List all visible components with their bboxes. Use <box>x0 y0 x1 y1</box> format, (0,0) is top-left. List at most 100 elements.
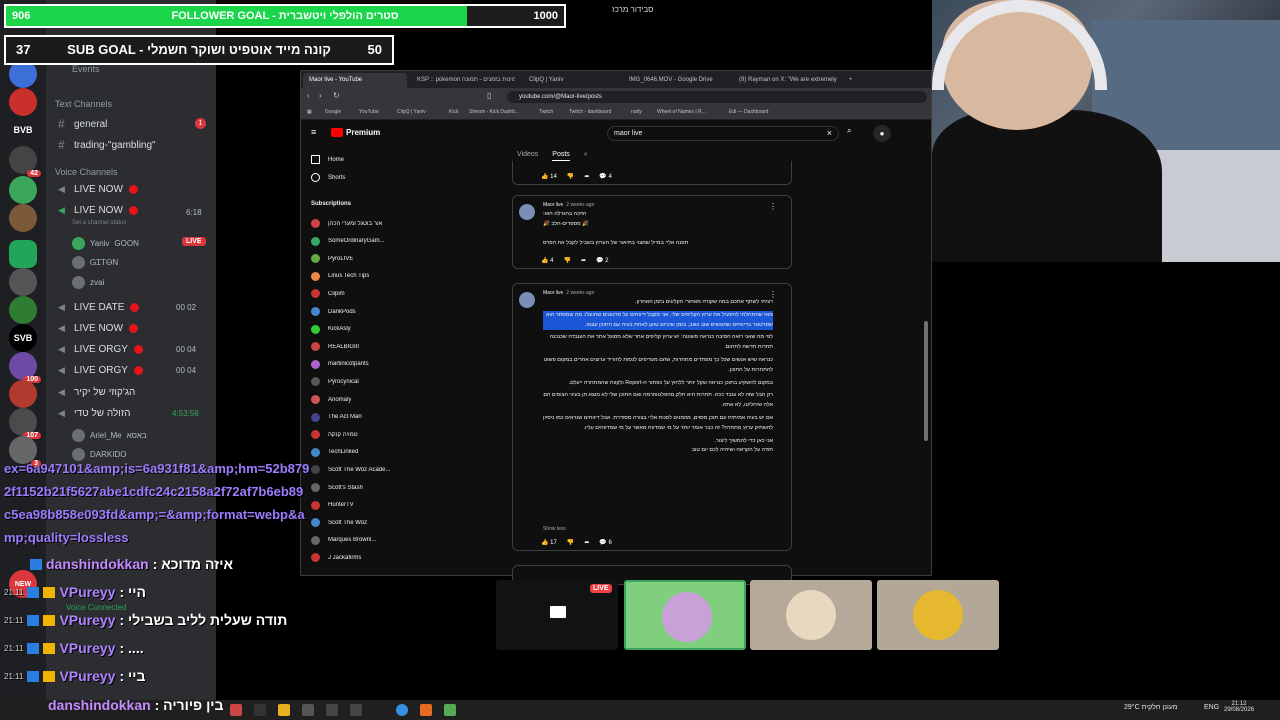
show-less-link[interactable]: Show less <box>543 526 566 532</box>
sidebar-item-subscription[interactable]: HunterTV <box>311 500 354 510</box>
app-icon[interactable] <box>302 704 314 716</box>
server-icon[interactable] <box>9 380 37 408</box>
sidebar-item-subscription[interactable]: טמויה קנקה <box>311 430 358 440</box>
bookmark-item[interactable]: Wheel of Names | R... <box>657 109 706 115</box>
channel-general[interactable]: # general <box>58 117 107 131</box>
voice-channel[interactable]: ◀ הזולה של טדי <box>58 408 130 419</box>
channel-trading[interactable]: # trading-"gambling" <box>58 138 156 152</box>
server-icon[interactable]: BVB <box>9 116 37 144</box>
clear-icon[interactable]: × <box>827 127 832 140</box>
app-icon[interactable] <box>420 704 432 716</box>
forward-icon[interactable]: › <box>319 91 322 100</box>
tab-drive[interactable]: IMG_0646.MOV - Google Drive <box>623 73 727 88</box>
sidebar-item-subscription[interactable]: PyroLIVE <box>311 254 353 264</box>
post-author[interactable]: Maor live 2 weeks ago <box>543 202 594 208</box>
sidebar-item-subscription[interactable]: martinicotpants <box>311 359 369 369</box>
voice-channel[interactable]: ◀ LIVE ORGY <box>58 344 143 355</box>
mic-icon[interactable]: ● <box>873 125 891 142</box>
bookmark-item[interactable]: YouTube <box>359 109 379 115</box>
tab-posts[interactable]: Posts <box>552 151 570 161</box>
chat-username[interactable]: VPureyy <box>59 584 115 600</box>
text-channels-category[interactable]: Text Channels <box>55 99 112 109</box>
sidebar-item-subscription[interactable]: TechLinked <box>311 447 358 457</box>
language-indicator[interactable]: ENG <box>1204 704 1219 711</box>
server-icon[interactable] <box>9 268 37 296</box>
voice-channel[interactable]: ◀ LIVE NOW <box>58 184 138 195</box>
share-icon[interactable]: ➦ <box>584 173 589 180</box>
sidebar-item-subscription[interactable]: KickAsly <box>311 324 351 334</box>
server-icon[interactable]: 3 <box>9 436 41 467</box>
weather-status[interactable]: 29°C מעונן חלקית <box>1124 704 1178 711</box>
chat-username[interactable]: VPureyy <box>59 668 115 684</box>
post-author[interactable]: Maor live 2 weeks ago <box>543 290 594 296</box>
new-tab-button[interactable]: + <box>843 73 859 88</box>
bookmark-item[interactable]: Twitch - dashboard <box>569 109 611 115</box>
folder-icon[interactable] <box>278 704 290 716</box>
voice-channels-category[interactable]: Voice Channels <box>55 167 118 177</box>
address-bar[interactable]: youtube.com/@Maor-live/posts <box>507 91 927 103</box>
voice-user[interactable]: Yaniv GOON <box>72 237 139 250</box>
search-input[interactable]: maor live × <box>607 126 839 141</box>
sidebar-item-subscription[interactable]: J Jackafirms <box>311 553 361 563</box>
scrollbar[interactable] <box>924 321 928 441</box>
voice-channel[interactable]: ◀ LIVE NOW <box>58 205 138 216</box>
sidebar-item-subscription[interactable]: SomeOrdinaryGam... <box>311 236 385 246</box>
server-icon[interactable] <box>9 296 37 324</box>
bookmark-item[interactable]: ClipQ | Yaniv <box>397 109 426 115</box>
bookmark-item[interactable]: Twitch <box>539 109 553 115</box>
chat-username[interactable]: VPureyy <box>59 612 115 628</box>
subscriptions-heading[interactable]: Subscriptions <box>311 201 351 207</box>
sidebar-item-subscription[interactable]: REALBIGIII <box>311 342 359 352</box>
participant-tile[interactable] <box>624 580 746 650</box>
server-icon[interactable]: 100 <box>9 352 41 383</box>
events-label[interactable]: Events <box>72 64 100 74</box>
sidebar-item-shorts[interactable]: Shorts <box>311 173 345 182</box>
screen-share-tile[interactable]: LIVE <box>496 580 618 650</box>
clock[interactable]: 21:12 29/08/2026 <box>1224 701 1254 713</box>
tab-ksp[interactable]: KSP :: pokemon זמינות בזמנים - תמונה <box>411 73 515 88</box>
server-icon[interactable] <box>9 176 37 204</box>
bookmark-item[interactable]: nutty <box>631 109 642 115</box>
comment-icon[interactable]: 💬 4 <box>599 173 611 180</box>
sidebar-item-subscription[interactable]: Scott's Stash <box>311 483 363 492</box>
voice-channel[interactable]: ◀ הג'קוזי של יקיר <box>58 387 135 398</box>
sidebar-item-subscription[interactable]: Linus Tech Tips <box>311 271 369 281</box>
tab-youtube[interactable]: Maor live - YouTube <box>303 73 407 88</box>
sidebar-item-subscription[interactable]: The Act Man <box>311 412 362 422</box>
sidebar-item-subscription[interactable]: Scott The Woz <box>311 518 367 528</box>
chat-username[interactable]: danshindokkan <box>46 556 149 572</box>
app-icon[interactable] <box>444 704 456 716</box>
bookmark-item[interactable]: Edi — Dashboard <box>729 109 768 115</box>
comment-icon[interactable]: 💬 6 <box>599 539 611 546</box>
bookmark-item[interactable]: Kick <box>449 109 458 115</box>
reload-icon[interactable]: ↻ <box>333 91 340 100</box>
server-icon[interactable]: 107 <box>9 408 41 439</box>
tab-clipq[interactable]: ClipQ | Yaniv <box>523 73 627 88</box>
sidebar-item-subscription[interactable]: אור בוטגל ומערי הכהן <box>311 219 382 228</box>
apps-icon[interactable]: ▦ <box>307 109 312 115</box>
share-icon[interactable]: ➦ <box>581 257 586 264</box>
dislike-icon[interactable]: 👎 <box>567 539 574 546</box>
channel-status[interactable]: Set a channel status <box>72 220 126 226</box>
app-icon[interactable] <box>350 704 362 716</box>
bookmark-item[interactable]: Google <box>325 109 341 115</box>
bookmark-icon[interactable]: ▯ <box>487 91 491 100</box>
voice-channel[interactable]: ◀ LIVE ORGY <box>58 365 143 376</box>
back-icon[interactable]: ‹ <box>307 91 310 100</box>
sidebar-item-subscription[interactable]: Anomaly <box>311 395 351 404</box>
more-options-icon[interactable]: ⋮ <box>769 202 777 211</box>
server-icon[interactable] <box>9 240 37 268</box>
search-icon[interactable]: ⌕ <box>847 126 865 141</box>
menu-icon[interactable]: ≡ <box>311 127 316 137</box>
chat-username[interactable]: danshindokkan <box>48 697 151 713</box>
app-icon[interactable] <box>230 704 242 716</box>
youtube-logo[interactable]: Premium <box>331 128 380 137</box>
voice-user[interactable]: zvai <box>72 276 104 289</box>
tab-rayman[interactable]: (9) Rayman on X: "We are extremely <box>733 73 837 88</box>
like-icon[interactable]: 👍 17 <box>541 539 557 546</box>
sidebar-item-subscription[interactable]: DankPods <box>311 307 356 316</box>
server-icon[interactable]: 42 <box>9 146 41 177</box>
chat-username[interactable]: VPureyy <box>59 640 115 656</box>
tab-videos[interactable]: Videos <box>517 151 538 161</box>
chrome-icon[interactable] <box>396 704 408 716</box>
